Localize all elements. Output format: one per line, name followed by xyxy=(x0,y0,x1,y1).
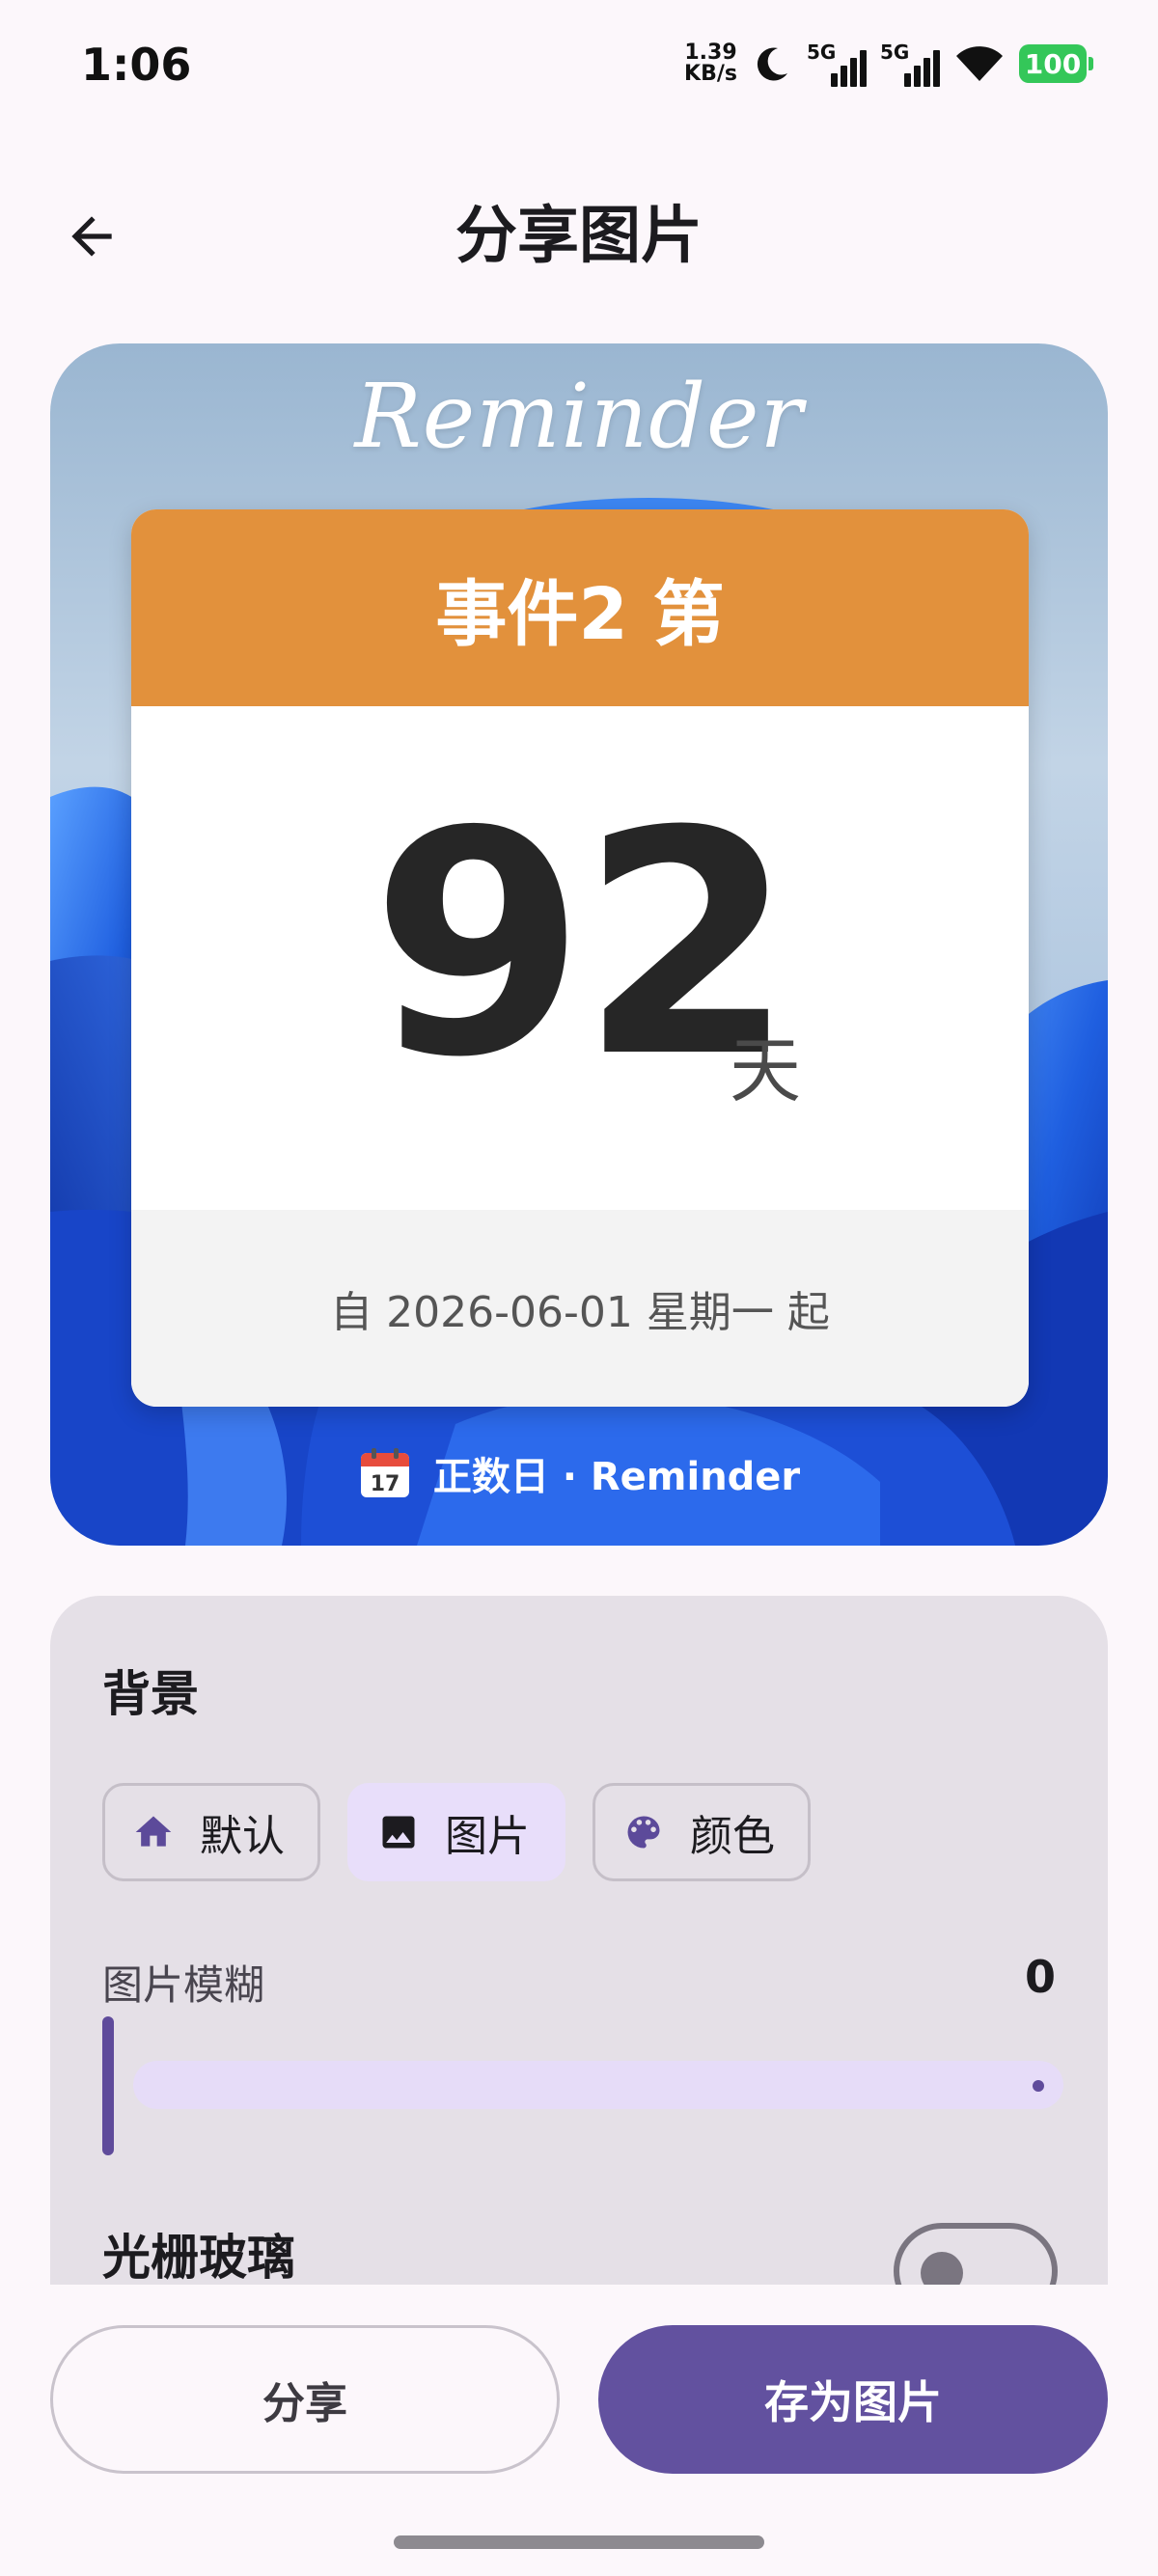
status-bar: 1:06 1.39 KB/s 5G 5G 100 xyxy=(0,0,1158,135)
network-speed: 1.39 KB/s xyxy=(684,41,737,86)
background-option-image[interactable]: 图片 xyxy=(347,1783,565,1881)
slider-end-dot xyxy=(1033,2080,1044,2092)
image-blur-label: 图片模糊 xyxy=(102,1961,265,2009)
card-caption: 17 正数日 · Reminder xyxy=(50,1445,1108,1501)
brand-script-title: Reminder xyxy=(354,365,804,468)
slider-track[interactable] xyxy=(133,2061,1063,2109)
caption-text: 正数日 · Reminder xyxy=(432,1455,801,1499)
palette-icon xyxy=(627,1816,660,1849)
share-preview-card: Reminder 事件2 第 92 天 自 2026-06-01 星期一 起 1… xyxy=(50,343,1108,1546)
svg-text:17: 17 xyxy=(371,1472,400,1496)
slider-thumb[interactable] xyxy=(102,2016,114,2155)
bottom-action-bar: 分享 存为图片 xyxy=(0,2285,1158,2576)
event-card: 事件2 第 92 天 自 2026-06-01 星期一 起 xyxy=(131,509,1029,1407)
moon-icon xyxy=(757,47,787,81)
days-unit: 天 xyxy=(730,1029,801,1112)
status-icons: 1.39 KB/s 5G 5G 100 xyxy=(684,37,1093,91)
signal-icon: 5G xyxy=(807,41,867,87)
home-icon xyxy=(135,1816,172,1847)
image-blur-value: 0 xyxy=(1024,1951,1056,2003)
event-title: 事件2 第 xyxy=(131,509,1029,706)
background-option-color[interactable]: 颜色 xyxy=(593,1783,811,1881)
image-blur-slider[interactable] xyxy=(102,2016,1063,2155)
app-bar: 分享图片 xyxy=(0,154,1158,318)
share-button[interactable]: 分享 xyxy=(50,2325,560,2474)
background-type-selector: 默认 图片 颜色 xyxy=(102,1783,811,1881)
page-title: 分享图片 xyxy=(455,201,703,272)
wifi-icon xyxy=(956,46,1003,81)
home-indicator[interactable] xyxy=(394,2535,764,2549)
status-time: 1:06 xyxy=(81,39,192,91)
days-count: 92 xyxy=(371,766,794,1125)
background-section-title: 背景 xyxy=(102,1666,199,1722)
background-option-default[interactable]: 默认 xyxy=(102,1783,320,1881)
signal-icon: 5G xyxy=(880,41,940,87)
event-days-area: 92 天 xyxy=(131,706,1029,1210)
event-start-date: 自 2026-06-01 星期一 起 xyxy=(131,1210,1029,1407)
battery-icon: 100 xyxy=(1019,44,1093,83)
raster-glass-label: 光栅玻璃 xyxy=(102,2230,295,2286)
share-image-screen: 1:06 1.39 KB/s 5G 5G 100 分享图片 Reminder 事… xyxy=(0,0,1158,2576)
image-icon xyxy=(382,1816,415,1849)
calendar-icon: 17 xyxy=(360,1448,409,1497)
save-image-button[interactable]: 存为图片 xyxy=(598,2325,1108,2474)
